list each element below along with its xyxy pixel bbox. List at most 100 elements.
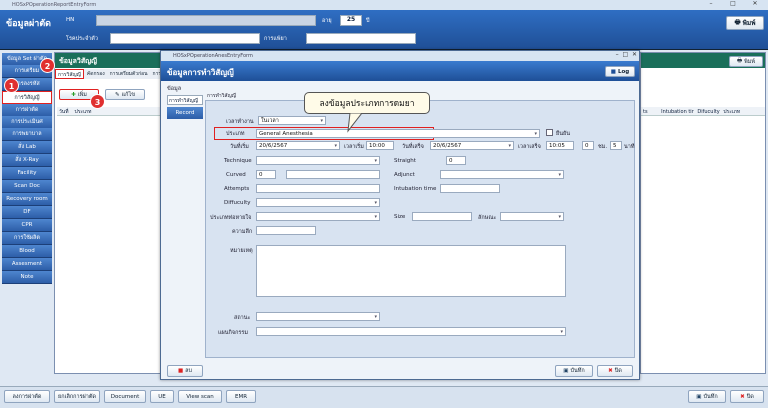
edit-icon: ✎ <box>114 91 120 98</box>
age-label: อายุ <box>322 18 332 24</box>
bottom-save-button[interactable]: ▣ บันทึก <box>688 390 726 403</box>
technique-select[interactable] <box>256 156 380 165</box>
window-title: HOSxPOperationReportEntryForm <box>12 2 97 8</box>
status-select[interactable] <box>256 312 380 321</box>
step-1-marker: 1 <box>4 78 19 93</box>
confirm-label: ยืนยัน <box>556 131 570 137</box>
callout-pointer-shape <box>347 113 363 133</box>
type-select[interactable]: General Anesthesia <box>256 129 540 138</box>
sidebar-item-9[interactable]: Facility <box>2 167 52 180</box>
sidebar-item-3[interactable]: การวิสัญญี <box>2 91 52 104</box>
tab-preparation[interactable]: การเตรียมตัวก่อน <box>108 69 150 79</box>
adjunct-select[interactable] <box>440 170 564 179</box>
start-time-field[interactable]: 10:00 <box>366 141 394 150</box>
delete-icon: ■ <box>177 368 184 374</box>
bottom-button-1[interactable]: ยกเลิกการผ่าตัด <box>54 390 100 403</box>
minimize-icon[interactable]: – <box>616 51 619 58</box>
technique-label: Technique <box>224 158 252 164</box>
tab-screening[interactable]: คัดกรอง <box>85 69 107 79</box>
col-type: ประเภท <box>723 109 741 115</box>
sidebar-item-8[interactable]: สั่ง X-Ray <box>2 154 52 167</box>
straight-label: Straight <box>394 158 416 164</box>
sidebar-item-6[interactable]: การพยาบาล <box>2 128 52 141</box>
minutes-label: นาที <box>624 144 635 150</box>
end-date-field[interactable]: 20/6/2567 <box>430 141 514 150</box>
save-icon: ▣ <box>696 393 702 400</box>
start-date-field[interactable]: 20/6/2567 <box>256 141 340 150</box>
start-date-label: วันที่เริ่ม <box>230 144 249 150</box>
intubation-field[interactable] <box>440 184 500 193</box>
save-icon: ▣ <box>563 368 569 374</box>
difficulty-select[interactable] <box>256 198 380 207</box>
sidebar-item-11[interactable]: Recovery room <box>2 193 52 206</box>
bottom-button-2[interactable]: Document <box>104 390 146 403</box>
anes-tabs: การวิสัญญี คัดกรอง การเตรียมตัวก่อน การ <box>55 69 165 79</box>
edit-button[interactable]: ✎ แก้ไข <box>105 89 145 100</box>
bottom-button-0[interactable]: ลงการผ่าตัด <box>4 390 50 403</box>
bottom-button-4[interactable]: View scan <box>178 390 222 403</box>
hours-field[interactable]: 0 <box>582 141 594 150</box>
save-button[interactable]: ▣ บันทึก <box>555 365 593 377</box>
end-time-field[interactable]: 10:05 <box>546 141 574 150</box>
type-label: ประเภท <box>226 131 245 137</box>
age-unit: ปี <box>366 18 370 24</box>
maximize-icon[interactable]: □ <box>722 0 744 7</box>
plan-select[interactable] <box>256 327 566 336</box>
sidebar-item-10[interactable]: Scan Doc <box>2 180 52 193</box>
note-label: หมายเหตุ <box>230 248 253 254</box>
sidebar-item-14[interactable]: การใช้ผลิต <box>2 232 52 245</box>
curved-extra-field[interactable] <box>286 170 380 179</box>
header-print-button[interactable]: 🖶 พิมพ์ <box>726 16 764 30</box>
sidebar-item-15[interactable]: Blood <box>2 245 52 258</box>
plan-label: แผนกิจกรรม <box>218 330 248 336</box>
tube-type-select[interactable] <box>256 212 380 221</box>
entry-header: ข้อมูลการทำวิสัญญี <box>161 61 639 81</box>
instruction-callout: ลงข้อมูลประเภทการดมยา <box>304 92 430 114</box>
col-type: ประเภท <box>74 109 92 115</box>
maximize-icon[interactable]: □ <box>622 51 628 58</box>
minutes-field[interactable]: 5 <box>610 141 622 150</box>
allergy-field[interactable] <box>306 33 416 44</box>
age-field[interactable]: 25 <box>340 15 362 26</box>
sidebar-item-17[interactable]: Note <box>2 271 52 284</box>
sidebar-item-12[interactable]: DF <box>2 206 52 219</box>
sidebar-item-16[interactable]: Assesment <box>2 258 52 271</box>
bottom-button-5[interactable]: EMR <box>226 390 256 403</box>
side-tab-record[interactable]: Record <box>167 107 203 119</box>
tab-anesthesia[interactable]: การวิสัญญี <box>55 69 84 79</box>
note-textarea[interactable] <box>256 245 566 297</box>
straight-field[interactable]: 0 <box>446 156 466 165</box>
close-icon[interactable]: ✕ <box>744 0 766 7</box>
hn-field[interactable] <box>96 15 316 26</box>
allergy-label: การแพ้ยา <box>264 36 287 42</box>
plus-icon: ✚ <box>71 91 76 98</box>
log-button[interactable]: ■ Log <box>605 66 635 77</box>
sidebar-item-13[interactable]: CPR <box>2 219 52 232</box>
sidebar-item-7[interactable]: สั่ง Lab <box>2 141 52 154</box>
time-select[interactable]: ในเวลา <box>258 116 326 125</box>
right-panel: 🖶 พิมพ์ ts Intubation tir Difuculty ประเภ… <box>640 52 766 374</box>
right-print-button[interactable]: 🖶 พิมพ์ <box>729 56 763 67</box>
close-icon[interactable]: ✕ <box>632 51 637 58</box>
bottom-button-3[interactable]: UE <box>150 390 174 403</box>
hours-label: ชม. <box>598 144 608 150</box>
diag-field[interactable] <box>110 33 260 44</box>
depth-field[interactable] <box>256 226 316 235</box>
side-tab-anesthesia[interactable]: การทำวิสัญญี <box>167 95 203 105</box>
col-intubation: Intubation tir <box>661 109 694 115</box>
right-table-header: ts Intubation tir Difuculty ประเภท <box>641 107 765 116</box>
header-title: ข้อมูลผ่าตัด <box>6 19 52 29</box>
adjunct-label: Adjunct <box>394 172 415 178</box>
curved-field[interactable]: 0 <box>256 170 276 179</box>
size-field[interactable] <box>412 212 472 221</box>
close-x-icon: ✖ <box>740 393 745 400</box>
cuff-select[interactable] <box>500 212 564 221</box>
bottom-close-button[interactable]: ✖ ปิด <box>730 390 764 403</box>
close-button[interactable]: ✖ ปิด <box>597 365 633 377</box>
delete-button[interactable]: ■ ลบ <box>167 365 203 377</box>
main-tab[interactable]: การทำวิสัญญี <box>207 92 236 100</box>
minimize-icon[interactable]: – <box>700 0 722 7</box>
attempts-label: Attempts <box>224 186 250 192</box>
confirm-checkbox[interactable] <box>546 129 553 136</box>
attempts-field[interactable] <box>256 184 380 193</box>
